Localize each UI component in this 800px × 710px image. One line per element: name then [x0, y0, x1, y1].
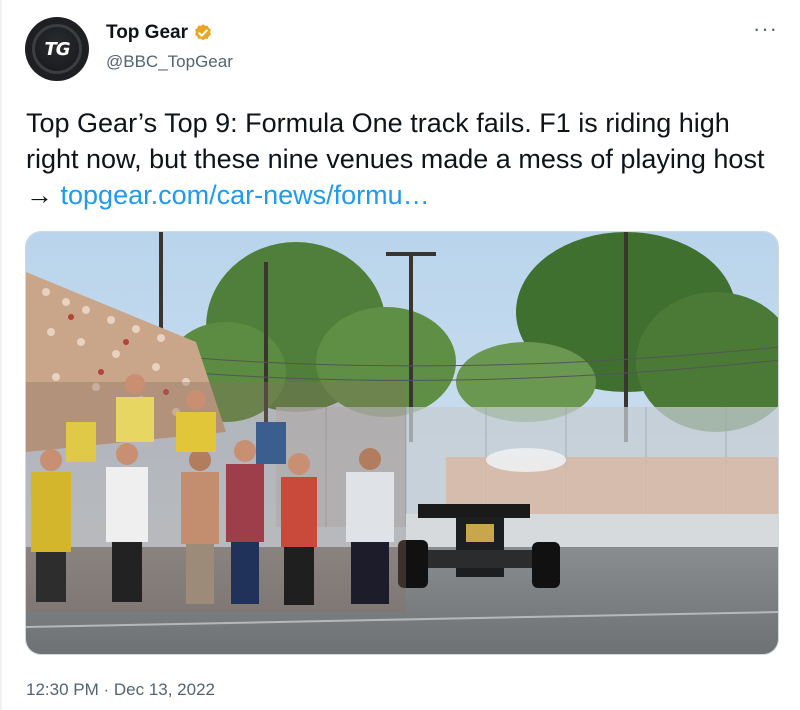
- avatar-ring: TG: [32, 24, 82, 74]
- tweet-photo[interactable]: [25, 231, 779, 655]
- topgear-logo: TG: [44, 38, 70, 60]
- tweet-card: TG Top Gear @BBC_TopGear ··· Top Gear’s …: [0, 0, 800, 710]
- display-name[interactable]: Top Gear: [106, 22, 188, 44]
- article-link[interactable]: topgear.com/car-news/formu…: [61, 180, 430, 210]
- tweet-timestamp[interactable]: 12:30 PM · Dec 13, 2022: [26, 680, 215, 700]
- timeline-divider: [0, 0, 2, 710]
- verified-badge-icon: [195, 24, 211, 41]
- tweet-text: Top Gear’s Top 9: Formula One track fail…: [26, 105, 776, 213]
- more-options-icon[interactable]: ···: [753, 18, 778, 40]
- race-photo-illustration: [26, 232, 778, 654]
- trackside-crowd: [26, 374, 406, 612]
- avatar[interactable]: TG: [25, 17, 89, 81]
- name-row: Top Gear: [106, 22, 213, 44]
- user-handle[interactable]: @BBC_TopGear: [106, 52, 233, 72]
